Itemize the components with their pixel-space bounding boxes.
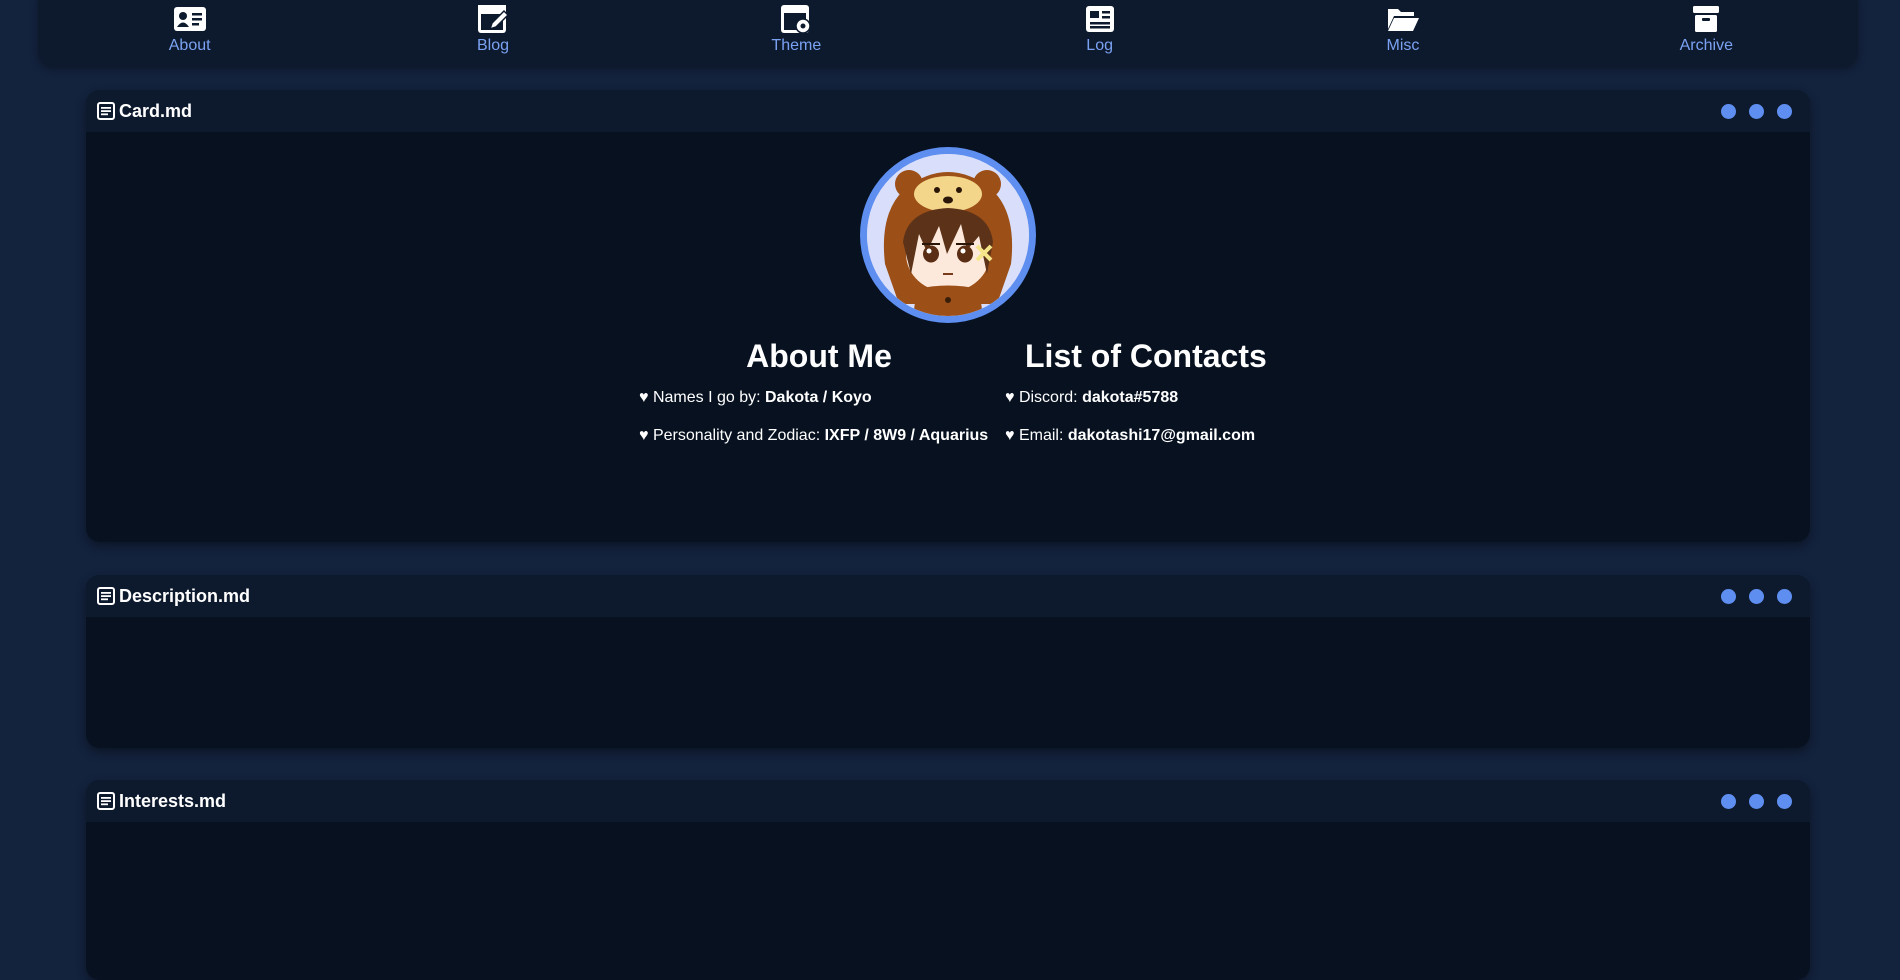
card-window: Card.md About Me ♥ Names I go by: Dakota… [86, 90, 1810, 542]
email-label: ♥ Email: [1005, 427, 1068, 444]
nav-label: Log [1086, 37, 1113, 54]
contacts-section: List of Contacts ♥ Discord: dakota#5788 … [1005, 338, 1325, 465]
nav-label: Misc [1386, 37, 1420, 54]
window-controls [1721, 793, 1792, 809]
names-line: ♥ Names I go by: Dakota / Koyo [639, 389, 999, 407]
nav-label: Archive [1679, 37, 1733, 54]
document-icon [96, 101, 116, 121]
nav-item-about[interactable]: About [38, 0, 341, 65]
window-controls [1721, 103, 1792, 119]
avatar [860, 147, 1036, 323]
contacts-heading: List of Contacts [1025, 338, 1267, 374]
window-gear-icon [779, 2, 813, 36]
personality-value: IXFP / 8W9 / Aquarius [824, 427, 989, 444]
window-titlebar: Card.md [86, 90, 1810, 132]
description-window: Description.md [86, 575, 1810, 748]
window-titlebar: Description.md [86, 575, 1810, 617]
window-title: Card.md [119, 100, 193, 121]
window-dot-button[interactable] [1777, 103, 1792, 119]
window-dot-button[interactable] [1749, 103, 1764, 119]
pen-square-icon [476, 2, 510, 36]
id-card-icon [173, 2, 207, 36]
window-dot-button[interactable] [1777, 793, 1792, 809]
window-title: Interests.md [119, 790, 227, 811]
nav-item-blog[interactable]: Blog [341, 0, 644, 65]
window-controls [1721, 588, 1792, 604]
window-dot-button[interactable] [1749, 793, 1764, 809]
window-dot-button[interactable] [1721, 588, 1736, 604]
about-me-heading: About Me [746, 338, 892, 374]
email-value: dakotashi17@gmail.com [1067, 427, 1256, 444]
discord-label: ♥ Discord: [1005, 389, 1083, 406]
nav-item-log[interactable]: Log [948, 0, 1251, 65]
discord-line: ♥ Discord: dakota#5788 [1005, 389, 1325, 407]
window-dot-button[interactable] [1749, 588, 1764, 604]
nav-item-theme[interactable]: Theme [645, 0, 948, 65]
document-icon [96, 586, 116, 606]
names-label: ♥ Names I go by: [639, 389, 765, 406]
top-nav: About Blog Theme Log Misc Archive [38, 0, 1858, 65]
email-line: ♥ Email: dakotashi17@gmail.com [1005, 427, 1325, 445]
personality-label: ♥ Personality and Zodiac: [639, 427, 825, 444]
about-me-section: About Me ♥ Names I go by: Dakota / Koyo … [639, 338, 999, 465]
window-dot-button[interactable] [1721, 103, 1736, 119]
folder-open-icon [1386, 2, 1420, 36]
interests-window: Interests.md [86, 780, 1810, 980]
window-title: Description.md [119, 585, 251, 606]
nav-item-misc[interactable]: Misc [1251, 0, 1554, 65]
nav-label: About [168, 37, 211, 54]
document-icon [96, 791, 116, 811]
avatar-image [867, 154, 1029, 316]
names-value: Dakota / Koyo [765, 389, 872, 406]
window-titlebar: Interests.md [86, 780, 1810, 822]
personality-line: ♥ Personality and Zodiac: IXFP / 8W9 / A… [639, 427, 999, 445]
newspaper-icon [1083, 2, 1117, 36]
nav-label: Theme [771, 37, 822, 54]
discord-value: dakota#5788 [1082, 389, 1179, 406]
window-dot-button[interactable] [1777, 588, 1792, 604]
nav-label: Blog [476, 37, 509, 54]
window-dot-button[interactable] [1721, 793, 1736, 809]
archive-box-icon [1689, 2, 1723, 36]
nav-item-archive[interactable]: Archive [1555, 0, 1858, 65]
